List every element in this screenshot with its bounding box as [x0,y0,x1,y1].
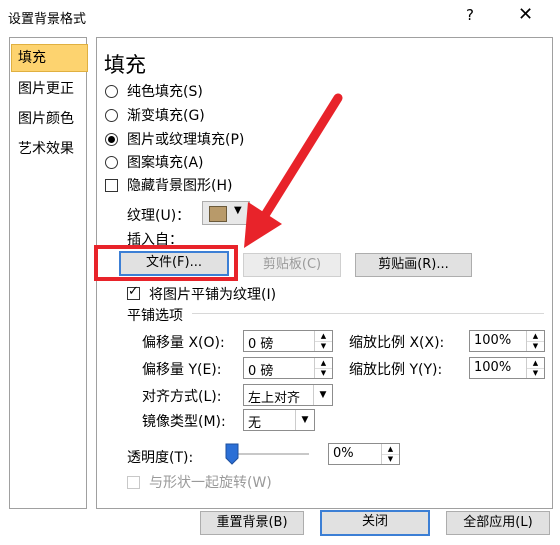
offset-x-value: 0 磅 [248,337,274,352]
reset-background-button[interactable]: 重置背景(B) [200,511,304,535]
mirror-type-value: 无 [248,416,262,431]
gradient-fill-radio[interactable] [105,109,118,122]
scale-y-spinner[interactable]: 100% ▲ ▼ [469,357,545,379]
close-icon[interactable]: ✕ [518,4,533,25]
transparency-spinner[interactable]: 0% ▲ ▼ [328,443,400,465]
scale-x-value: 100% [474,333,512,348]
offset-y-label: 偏移量 Y(E): [142,362,222,378]
transparency-slider-thumb[interactable] [225,443,239,465]
help-icon[interactable]: ? [466,6,474,24]
category-sidebar: 填充 图片更正 图片颜色 艺术效果 [9,37,88,509]
clipart-button[interactable]: 剪贴画(R)... [355,253,472,277]
scale-x-label: 缩放比例 X(X): [349,335,445,351]
window-title: 设置背景格式 [8,12,87,27]
divider [192,313,544,314]
decrement-icon[interactable]: ▼ [315,368,332,378]
gradient-fill-label: 渐变填充(G) [127,108,205,124]
hide-background-label: 隐藏背景图形(H) [127,178,233,194]
sidebar-item-artistic-effects[interactable]: 艺术效果 [12,136,88,162]
solid-fill-radio[interactable] [105,85,118,98]
scale-y-label: 缩放比例 Y(Y): [349,362,443,378]
offset-y-spinner[interactable]: 0 磅 ▲ ▼ [243,357,333,379]
decrement-icon[interactable]: ▼ [527,341,544,351]
transparency-value: 0% [333,446,354,461]
pattern-fill-radio[interactable] [105,156,118,169]
rotate-with-shape-label: 与形状一起旋转(W) [149,475,272,491]
scale-y-value: 100% [474,360,512,375]
hide-background-checkbox[interactable] [105,179,118,192]
annotation-highlight-box [94,245,238,281]
apply-all-button[interactable]: 全部应用(L) [446,511,550,535]
alignment-label: 对齐方式(L): [142,389,222,405]
page-title: 填充 [104,53,146,77]
mirror-type-select[interactable]: 无 ▼ [243,409,315,431]
rotate-with-shape-checkbox[interactable] [127,476,140,489]
texture-label: 纹理(U)： [127,208,191,224]
close-button[interactable]: 关闭 [320,510,430,536]
picture-fill-radio[interactable] [105,133,118,146]
picture-fill-label: 图片或纹理填充(P) [127,132,245,148]
solid-fill-label: 纯色填充(S) [127,84,203,100]
tiling-options-heading: 平铺选项 [127,308,183,324]
sidebar-item-picture-color[interactable]: 图片颜色 [12,106,88,132]
decrement-icon[interactable]: ▼ [382,454,399,464]
chevron-down-icon: ▼ [313,385,332,405]
tile-picture-label: 将图片平铺为纹理(I) [149,287,277,303]
texture-swatch-icon [209,206,227,222]
tile-picture-checkbox[interactable] [127,284,140,300]
transparency-slider-track[interactable] [229,453,309,455]
mirror-type-label: 镜像类型(M): [142,414,226,430]
alignment-select[interactable]: 左上对齐 ▼ [243,384,333,406]
sidebar-item-fill[interactable]: 填充 [11,44,88,72]
scale-x-spinner[interactable]: 100% ▲ ▼ [469,330,545,352]
sidebar-item-picture-corrections[interactable]: 图片更正 [12,76,88,102]
pattern-fill-label: 图案填充(A) [127,155,204,171]
offset-x-label: 偏移量 X(O): [142,335,225,351]
clipboard-button[interactable]: 剪贴板(C) [243,253,341,277]
decrement-icon[interactable]: ▼ [315,341,332,351]
decrement-icon[interactable]: ▼ [527,368,544,378]
chevron-down-icon: ▼ [295,410,314,430]
transparency-label: 透明度(T): [127,450,194,466]
offset-y-value: 0 磅 [248,364,274,379]
annotation-arrow-icon [244,93,343,248]
offset-x-spinner[interactable]: 0 磅 ▲ ▼ [243,330,333,352]
alignment-value: 左上对齐 [248,391,301,406]
